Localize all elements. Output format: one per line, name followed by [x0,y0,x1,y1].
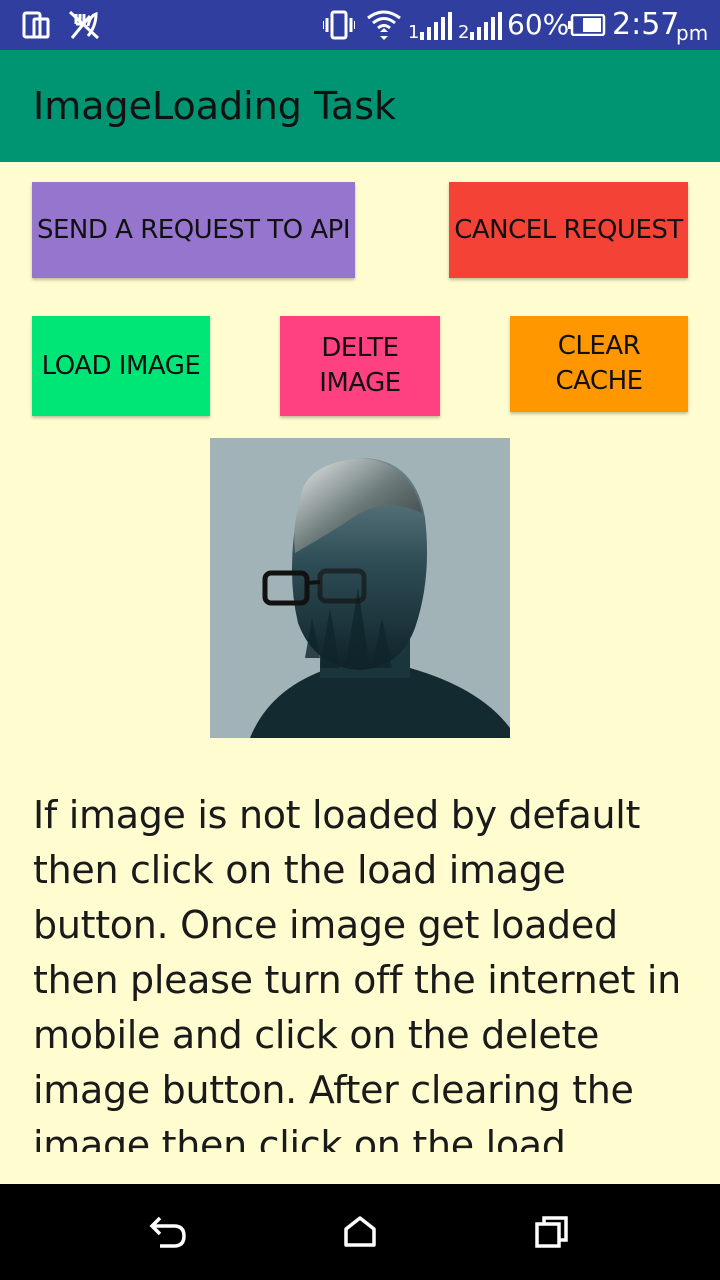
load-image-button[interactable]: LOAD IMAGE [32,316,210,416]
send-request-button[interactable]: SEND A REQUEST TO API [32,182,355,278]
back-button[interactable] [140,1204,196,1260]
recents-button[interactable] [524,1204,580,1260]
navigation-bar [0,1184,720,1280]
clock-time: 2:57 [612,7,680,42]
battery-percent: 60% [507,8,570,41]
app-bar: ImageLoading Task [0,50,720,162]
sim2-label: 2 [458,22,470,43]
back-icon [149,1216,186,1248]
loaded-image [210,438,510,738]
no-food-icon [68,10,100,40]
app-title: ImageLoading Task [33,84,397,128]
double-exposure-portrait-icon [250,458,510,738]
home-button[interactable] [332,1204,388,1260]
delete-image-button[interactable]: DELTE IMAGE [280,316,440,416]
wifi-icon [367,10,401,40]
battery-icon [568,14,606,36]
screen-mirror-icon [22,11,50,39]
signal-sim2-icon [470,12,502,40]
home-icon [344,1216,376,1247]
recents-icon [535,1216,568,1248]
clock-ampm: pm [676,21,709,45]
sim1-label: 1 [408,22,420,43]
signal-sim1-icon [420,12,452,40]
clear-cache-button[interactable]: CLEAR CACHE [510,316,688,412]
vibrate-icon [323,10,355,40]
cancel-request-button[interactable]: CANCEL REQUEST [449,182,688,278]
status-bar: 1 2 60% 2:57 pm [0,0,720,50]
instructions-text: If image is not loaded by default then c… [33,793,681,1152]
